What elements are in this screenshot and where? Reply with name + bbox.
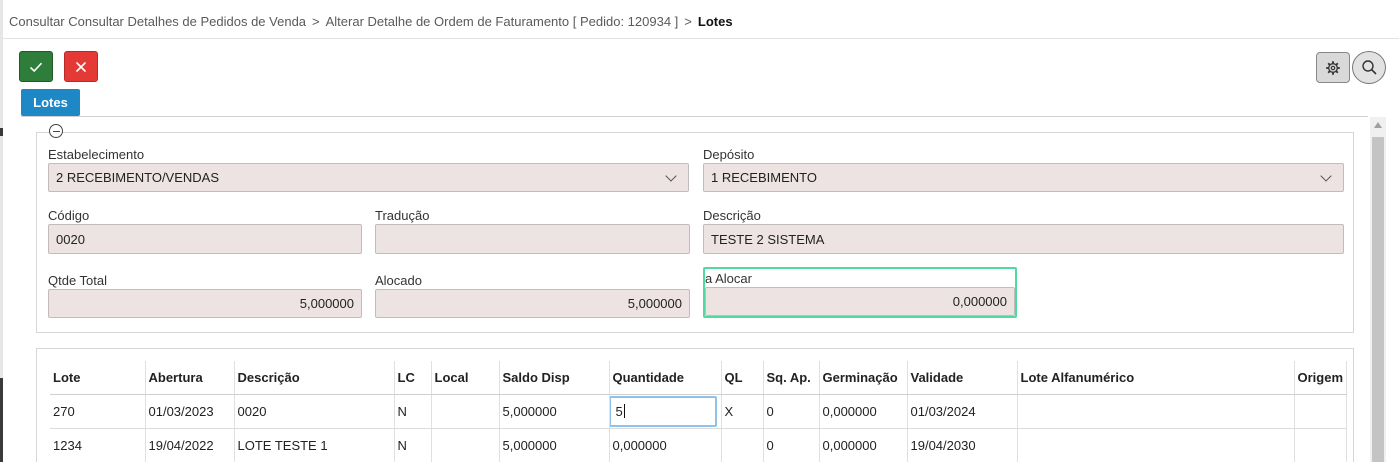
alocado-field[interactable]: 5,000000 <box>375 289 690 318</box>
estabelecimento-select[interactable]: 2 RECEBIMENTO/VENDAS <box>48 163 689 192</box>
column-header-local[interactable]: Local <box>431 361 500 395</box>
cell-quantidade: 5 <box>609 394 722 429</box>
search-button[interactable] <box>1352 51 1386 84</box>
cell-descricao: LOTE TESTE 1 <box>234 428 395 462</box>
column-header-abertura[interactable]: Abertura <box>145 361 235 395</box>
qtde-total-value: 5,000000 <box>299 296 354 311</box>
search-icon <box>1361 60 1377 75</box>
edge-marker <box>0 378 3 462</box>
cell-lote-alfanumerico <box>1017 428 1295 462</box>
cell-validade: 01/03/2024 <box>907 394 1018 429</box>
cell-saldo-disp: 5,000000 <box>499 428 610 462</box>
breadcrumb-separator: > <box>684 14 692 29</box>
tab-divider <box>21 116 1368 117</box>
confirm-button[interactable] <box>19 51 53 82</box>
edge-marker <box>0 128 3 136</box>
descricao-field[interactable]: TESTE 2 SISTEMA <box>703 224 1344 254</box>
alocado-value: 5,000000 <box>627 296 682 311</box>
cell-germinacao: 0,000000 <box>819 394 908 429</box>
column-header-lote-alfanumerico[interactable]: Lote Alfanumérico <box>1017 361 1295 395</box>
deposito-select[interactable]: 1 RECEBIMENTO <box>703 163 1344 192</box>
column-header-sq-ap[interactable]: Sq. Ap. <box>763 361 820 395</box>
cell-local <box>431 394 500 429</box>
cell-abertura: 01/03/2023 <box>145 394 235 429</box>
a-alocar-field[interactable]: 0,000000 <box>705 287 1015 316</box>
lotes-grid: Lote Abertura Descrição LC Local Saldo D… <box>36 348 1354 462</box>
cell-descricao: 0020 <box>234 394 395 429</box>
estabelecimento-label: Estabelecimento <box>48 147 145 162</box>
tab-lotes[interactable]: Lotes <box>21 89 80 116</box>
table-row[interactable]: 270 01/03/2023 0020 N 5,000000 5 X 0 0,0… <box>50 394 1348 429</box>
column-header-descricao[interactable]: Descrição <box>234 361 395 395</box>
quantidade-input-value: 5 <box>615 403 623 419</box>
cell-abertura: 19/04/2022 <box>145 428 235 462</box>
text-caret <box>623 404 625 418</box>
column-header-origem[interactable]: Origem <box>1294 361 1348 395</box>
close-icon <box>75 61 87 72</box>
table-row[interactable]: 1234 19/04/2022 LOTE TESTE 1 N 5,000000 … <box>50 428 1348 462</box>
cell-lote: 1234 <box>50 428 146 462</box>
cell-lote: 270 <box>50 394 146 429</box>
column-header-saldo-disp[interactable]: Saldo Disp <box>499 361 610 395</box>
lotes-table: Lote Abertura Descrição LC Local Saldo D… <box>50 361 1348 462</box>
left-edge-strip <box>0 0 3 462</box>
breadcrumb-separator: > <box>312 14 320 29</box>
cell-lc: N <box>394 394 432 429</box>
chevron-down-icon <box>665 169 677 182</box>
breadcrumb-item-alterar[interactable]: Alterar Detalhe de Ordem de Faturamento … <box>326 14 679 29</box>
cell-quantidade[interactable]: 0,000000 <box>609 428 722 462</box>
scrollbar-thumb[interactable] <box>1372 137 1384 462</box>
cell-germinacao: 0,000000 <box>819 428 908 462</box>
column-header-lote[interactable]: Lote <box>50 361 146 395</box>
header-divider <box>3 38 1399 39</box>
quantidade-input[interactable]: 5 <box>609 395 717 427</box>
chevron-down-icon <box>1320 169 1332 182</box>
codigo-label: Código <box>48 208 90 223</box>
codigo-field[interactable]: 0020 <box>48 224 362 254</box>
codigo-value: 0020 <box>56 231 85 247</box>
cell-sq-ap: 0 <box>763 428 820 462</box>
cell-ql[interactable] <box>721 428 764 462</box>
cell-validade: 19/04/2030 <box>907 428 1018 462</box>
vertical-scrollbar[interactable] <box>1370 117 1386 462</box>
traducao-label: Tradução <box>375 208 430 223</box>
descricao-value: TESTE 2 SISTEMA <box>711 231 825 247</box>
scroll-up-icon[interactable] <box>1374 122 1382 128</box>
a-alocar-value: 0,000000 <box>952 294 1007 309</box>
column-header-validade[interactable]: Validade <box>907 361 1018 395</box>
breadcrumb-current: Lotes <box>697 14 733 29</box>
breadcrumb-item-consultar[interactable]: Consultar Consultar Detalhes de Pedidos … <box>9 14 306 29</box>
alocado-label: Alocado <box>375 273 422 288</box>
deposito-label: Depósito <box>703 147 755 162</box>
column-header-ql[interactable]: QL <box>721 361 764 395</box>
collapse-icon[interactable] <box>49 124 63 138</box>
gear-icon <box>1326 60 1340 75</box>
a-alocar-label: a Alocar <box>705 271 752 286</box>
estabelecimento-value: 2 RECEBIMENTO/VENDAS <box>56 170 220 185</box>
cell-lote-alfanumerico <box>1017 394 1295 429</box>
cell-origem <box>1294 394 1348 429</box>
traducao-field[interactable] <box>375 224 690 254</box>
qtde-total-label: Qtde Total <box>48 273 108 288</box>
cell-local <box>431 428 500 462</box>
cell-sq-ap: 0 <box>763 394 820 429</box>
qtde-total-field[interactable]: 5,000000 <box>48 289 362 318</box>
descricao-label: Descrição <box>703 208 761 223</box>
column-header-germinacao[interactable]: Germinação <box>819 361 908 395</box>
breadcrumb: Consultar Consultar Detalhes de Pedidos … <box>9 14 733 29</box>
cell-saldo-disp: 5,000000 <box>499 394 610 429</box>
cell-origem <box>1294 428 1348 462</box>
cell-lc: N <box>394 428 432 462</box>
table-header-row: Lote Abertura Descrição LC Local Saldo D… <box>50 361 1348 395</box>
check-icon <box>29 62 43 72</box>
column-header-quantidade[interactable]: Quantidade <box>609 361 722 395</box>
column-header-lc[interactable]: LC <box>394 361 432 395</box>
cell-ql[interactable]: X <box>721 394 764 429</box>
settings-button[interactable] <box>1316 52 1350 83</box>
cancel-button[interactable] <box>64 51 98 82</box>
deposito-value: 1 RECEBIMENTO <box>711 170 817 185</box>
